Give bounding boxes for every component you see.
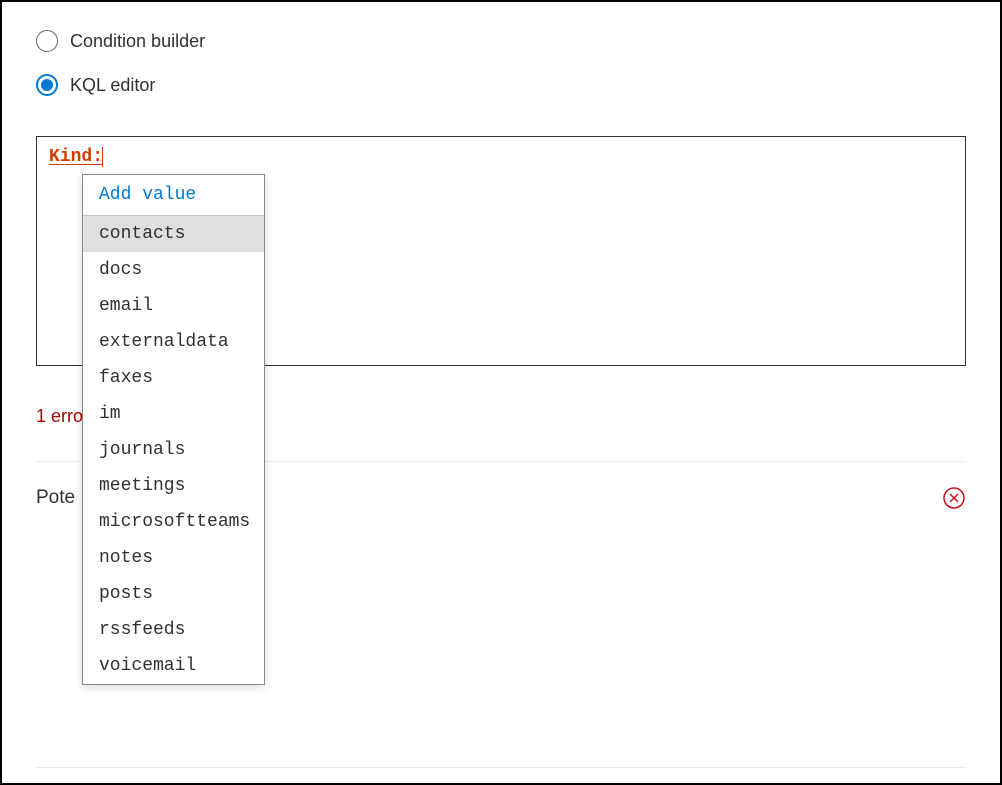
radio-label-condition-builder: Condition builder xyxy=(70,31,205,52)
autocomplete-item-voicemail[interactable]: voicemail xyxy=(83,648,264,684)
radio-label-kql-editor: KQL editor xyxy=(70,75,155,96)
autocomplete-item-docs[interactable]: docs xyxy=(83,252,264,288)
radio-kql-editor[interactable]: KQL editor xyxy=(36,74,966,96)
autocomplete-item-contacts[interactable]: contacts xyxy=(83,216,264,252)
close-icon[interactable] xyxy=(942,486,966,510)
autocomplete-dropdown: Add value contactsdocsemailexternaldataf… xyxy=(82,174,265,685)
editor-mode-radio-group: Condition builder KQL editor xyxy=(36,30,966,96)
autocomplete-item-im[interactable]: im xyxy=(83,396,264,432)
radio-condition-builder[interactable]: Condition builder xyxy=(36,30,966,52)
autocomplete-header: Add value xyxy=(83,175,264,216)
autocomplete-item-email[interactable]: email xyxy=(83,288,264,324)
autocomplete-item-faxes[interactable]: faxes xyxy=(83,360,264,396)
autocomplete-item-posts[interactable]: posts xyxy=(83,576,264,612)
bottom-divider xyxy=(36,767,966,768)
autocomplete-item-notes[interactable]: notes xyxy=(83,540,264,576)
autocomplete-item-meetings[interactable]: meetings xyxy=(83,468,264,504)
radio-circle-selected xyxy=(36,74,58,96)
text-cursor xyxy=(102,147,103,167)
autocomplete-item-journals[interactable]: journals xyxy=(83,432,264,468)
kql-keyword: Kind: xyxy=(49,147,103,167)
section-title: Pote xyxy=(36,487,75,509)
radio-circle-unselected xyxy=(36,30,58,52)
autocomplete-item-rssfeeds[interactable]: rssfeeds xyxy=(83,612,264,648)
autocomplete-item-microsoftteams[interactable]: microsoftteams xyxy=(83,504,264,540)
autocomplete-item-externaldata[interactable]: externaldata xyxy=(83,324,264,360)
